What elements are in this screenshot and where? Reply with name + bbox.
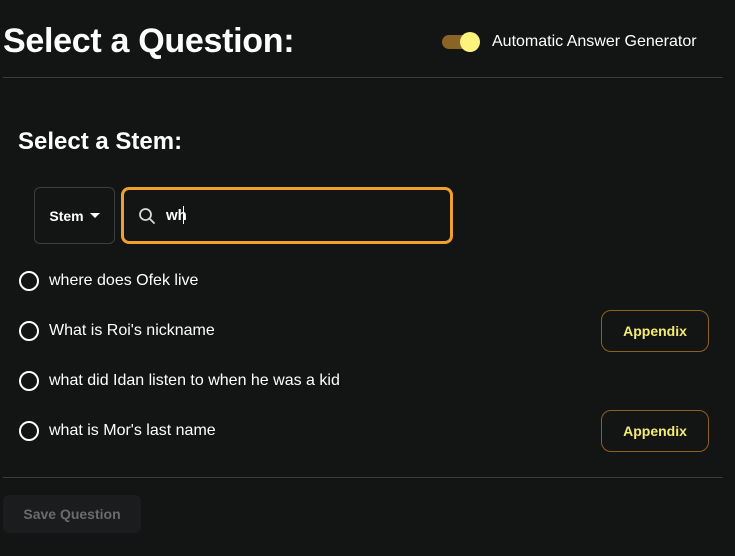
stem-search-input[interactable]: [166, 207, 426, 224]
save-question-button[interactable]: Save Question: [3, 495, 141, 533]
toggle-track[interactable]: [442, 32, 480, 52]
question-label: what did Idan listen to when he was a ki…: [49, 372, 340, 389]
header-divider: [3, 77, 723, 78]
stem-filter-select[interactable]: Stem: [34, 187, 115, 244]
question-radio[interactable]: [19, 421, 39, 441]
question-label: What is Roi's nickname: [49, 322, 215, 339]
chevron-down-icon: [89, 213, 100, 218]
stem-heading: Select a Stem:: [18, 128, 183, 155]
question-label: where does Ofek live: [49, 272, 199, 289]
question-radio[interactable]: [19, 321, 39, 341]
toggle-knob[interactable]: [460, 32, 480, 52]
text-cursor: [183, 206, 184, 224]
question-option[interactable]: where does Ofek live: [19, 256, 709, 306]
search-icon: [139, 207, 155, 224]
question-option[interactable]: what did Idan listen to when he was a ki…: [19, 356, 709, 406]
appendix-button[interactable]: Appendix: [601, 410, 709, 452]
stem-filter-value: Stem: [49, 207, 84, 224]
question-radio[interactable]: [19, 371, 39, 391]
toggle-label: Automatic Answer Generator: [492, 33, 697, 50]
question-option[interactable]: what is Mor's last name Appendix: [19, 406, 709, 456]
appendix-button[interactable]: Appendix: [601, 310, 709, 352]
stem-search-box[interactable]: [121, 187, 453, 244]
question-option[interactable]: What is Roi's nickname Appendix: [19, 306, 709, 356]
footer-divider: [3, 477, 723, 478]
auto-answer-toggle[interactable]: Automatic Answer Generator: [442, 32, 697, 52]
question-label: what is Mor's last name: [49, 422, 216, 439]
page-title: Select a Question:: [3, 22, 295, 60]
question-radio[interactable]: [19, 271, 39, 291]
